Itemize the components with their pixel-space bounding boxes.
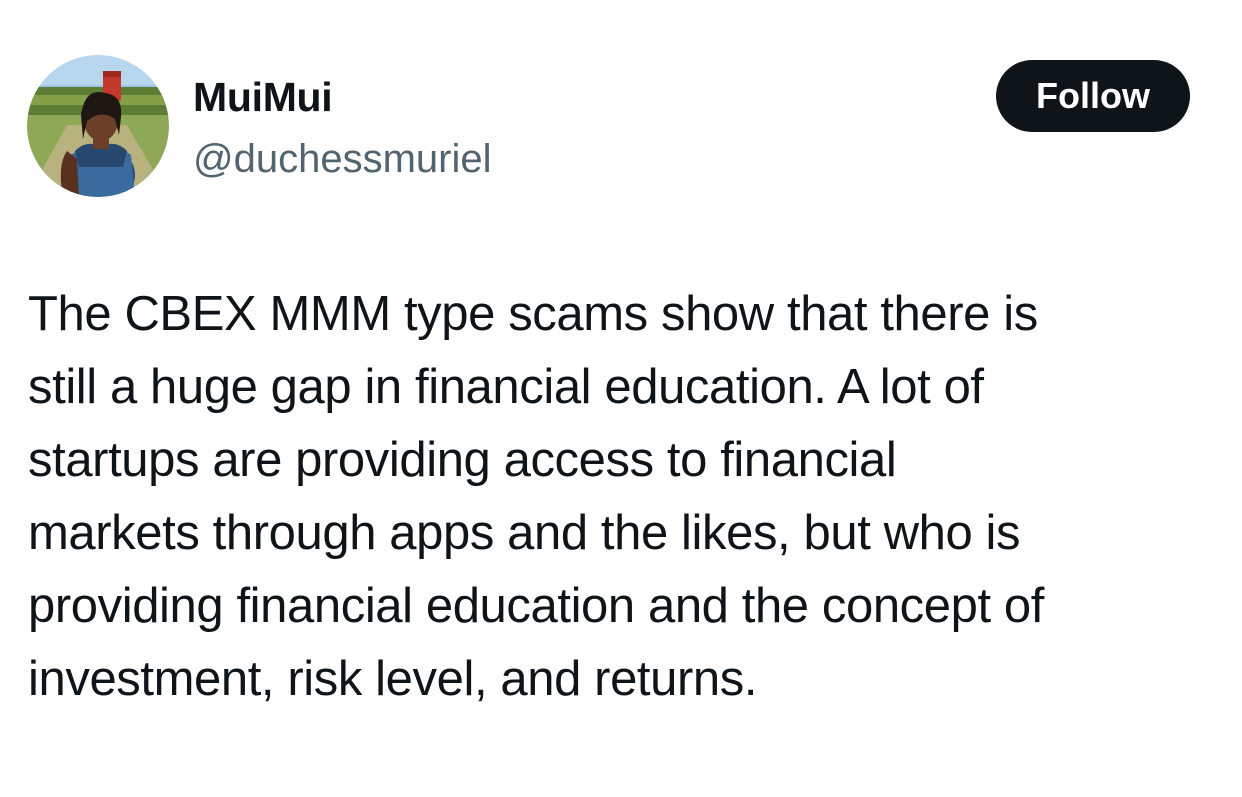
author-handle[interactable]: @duchessmuriel [193, 135, 492, 183]
tweet-card: MuiMui @duchessmuriel Follow The CBEX MM… [0, 0, 1242, 797]
tweet-text-line: still a huge gap in financial education.… [28, 360, 984, 414]
tweet-text: The CBEX MMM type scams show that there … [28, 278, 1218, 716]
tweet-text-line: providing financial education and the co… [28, 579, 1044, 633]
author-name[interactable]: MuiMui [193, 72, 333, 122]
avatar-photo [27, 55, 169, 197]
tweet-text-line: investment, risk level, and returns. [28, 652, 758, 706]
follow-button[interactable]: Follow [996, 60, 1190, 132]
avatar[interactable] [27, 55, 169, 197]
tweet-text-line: markets through apps and the likes, but … [28, 506, 1021, 560]
tweet-text-line: The CBEX MMM type scams show that there … [28, 287, 1038, 341]
tweet-text-line: startups are providing access to financi… [28, 433, 897, 487]
